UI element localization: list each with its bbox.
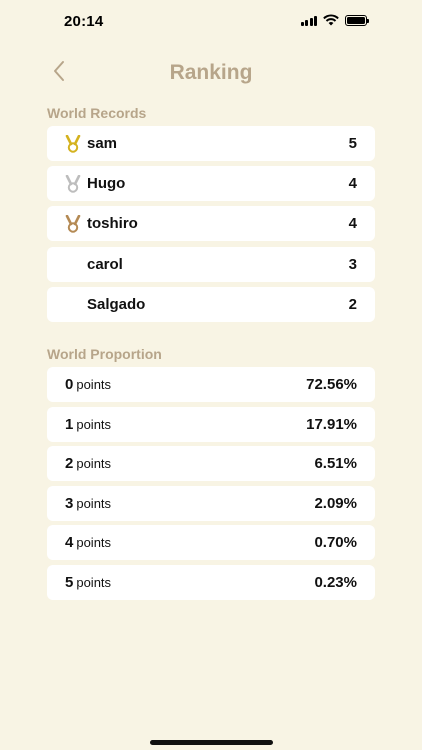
record-name: Salgado <box>87 296 146 313</box>
gold-medal-icon <box>65 135 81 153</box>
proportion-row: 5 points 0.23% <box>47 565 375 600</box>
record-row[interactable]: toshiro 4 <box>47 206 375 241</box>
proportion-row: 3 points 2.09% <box>47 486 375 521</box>
record-score: 4 <box>348 215 357 232</box>
proportion-row: 4 points 0.70% <box>47 525 375 560</box>
silver-medal-icon <box>65 175 81 193</box>
points-value: 5 <box>65 573 74 591</box>
record-row[interactable]: carol 3 <box>47 247 375 282</box>
status-time: 20:14 <box>64 13 104 30</box>
proportion-percent: 17.91% <box>306 416 357 433</box>
points-value: 0 <box>65 375 74 393</box>
record-score: 3 <box>348 256 357 273</box>
battery-icon <box>345 14 369 26</box>
home-indicator[interactable] <box>150 740 273 745</box>
proportion-percent: 72.56% <box>306 376 357 393</box>
bronze-medal-icon <box>65 215 81 233</box>
proportion-label: 4 points <box>65 534 111 552</box>
points-unit: points <box>76 495 112 511</box>
record-score: 5 <box>348 135 357 152</box>
record-row[interactable]: sam 5 <box>47 126 375 161</box>
proportion-percent: 2.09% <box>314 495 357 512</box>
record-row[interactable]: Hugo 4 <box>47 166 375 201</box>
wifi-icon <box>323 14 339 26</box>
record-row[interactable]: Salgado 2 <box>47 287 375 322</box>
points-value: 3 <box>65 494 74 512</box>
record-name: carol <box>87 256 123 273</box>
proportion-row: 1 points 17.91% <box>47 407 375 442</box>
world-records-title: World Records <box>47 105 147 121</box>
record-score: 2 <box>348 296 357 313</box>
proportion-label: 2 points <box>65 455 111 473</box>
points-value: 2 <box>65 454 74 472</box>
proportion-label: 1 points <box>65 416 111 434</box>
status-bar: 20:14 <box>0 0 422 44</box>
proportion-percent: 0.70% <box>314 534 357 551</box>
record-name: Hugo <box>87 175 126 192</box>
points-value: 1 <box>65 415 74 433</box>
ranking-screen: 20:14 Ranking World Records sam 5 Hugo 4… <box>0 0 422 750</box>
points-unit: points <box>76 534 112 550</box>
points-value: 4 <box>65 533 74 551</box>
proportion-label: 0 points <box>65 376 111 394</box>
proportion-row: 0 points 72.56% <box>47 367 375 402</box>
points-unit: points <box>76 574 112 590</box>
proportion-row: 2 points 6.51% <box>47 446 375 481</box>
status-icons <box>300 14 369 26</box>
proportion-percent: 0.23% <box>314 574 357 591</box>
signal-icon <box>300 15 317 26</box>
proportion-label: 5 points <box>65 574 111 592</box>
record-name: toshiro <box>87 215 138 232</box>
record-score: 4 <box>348 175 357 192</box>
proportion-percent: 6.51% <box>314 455 357 472</box>
world-proportion-title: World Proportion <box>47 346 162 362</box>
record-name: sam <box>87 135 118 152</box>
points-unit: points <box>76 376 112 392</box>
points-unit: points <box>76 416 112 432</box>
page-title: Ranking <box>169 61 253 84</box>
proportion-label: 3 points <box>65 495 111 513</box>
points-unit: points <box>76 455 112 471</box>
